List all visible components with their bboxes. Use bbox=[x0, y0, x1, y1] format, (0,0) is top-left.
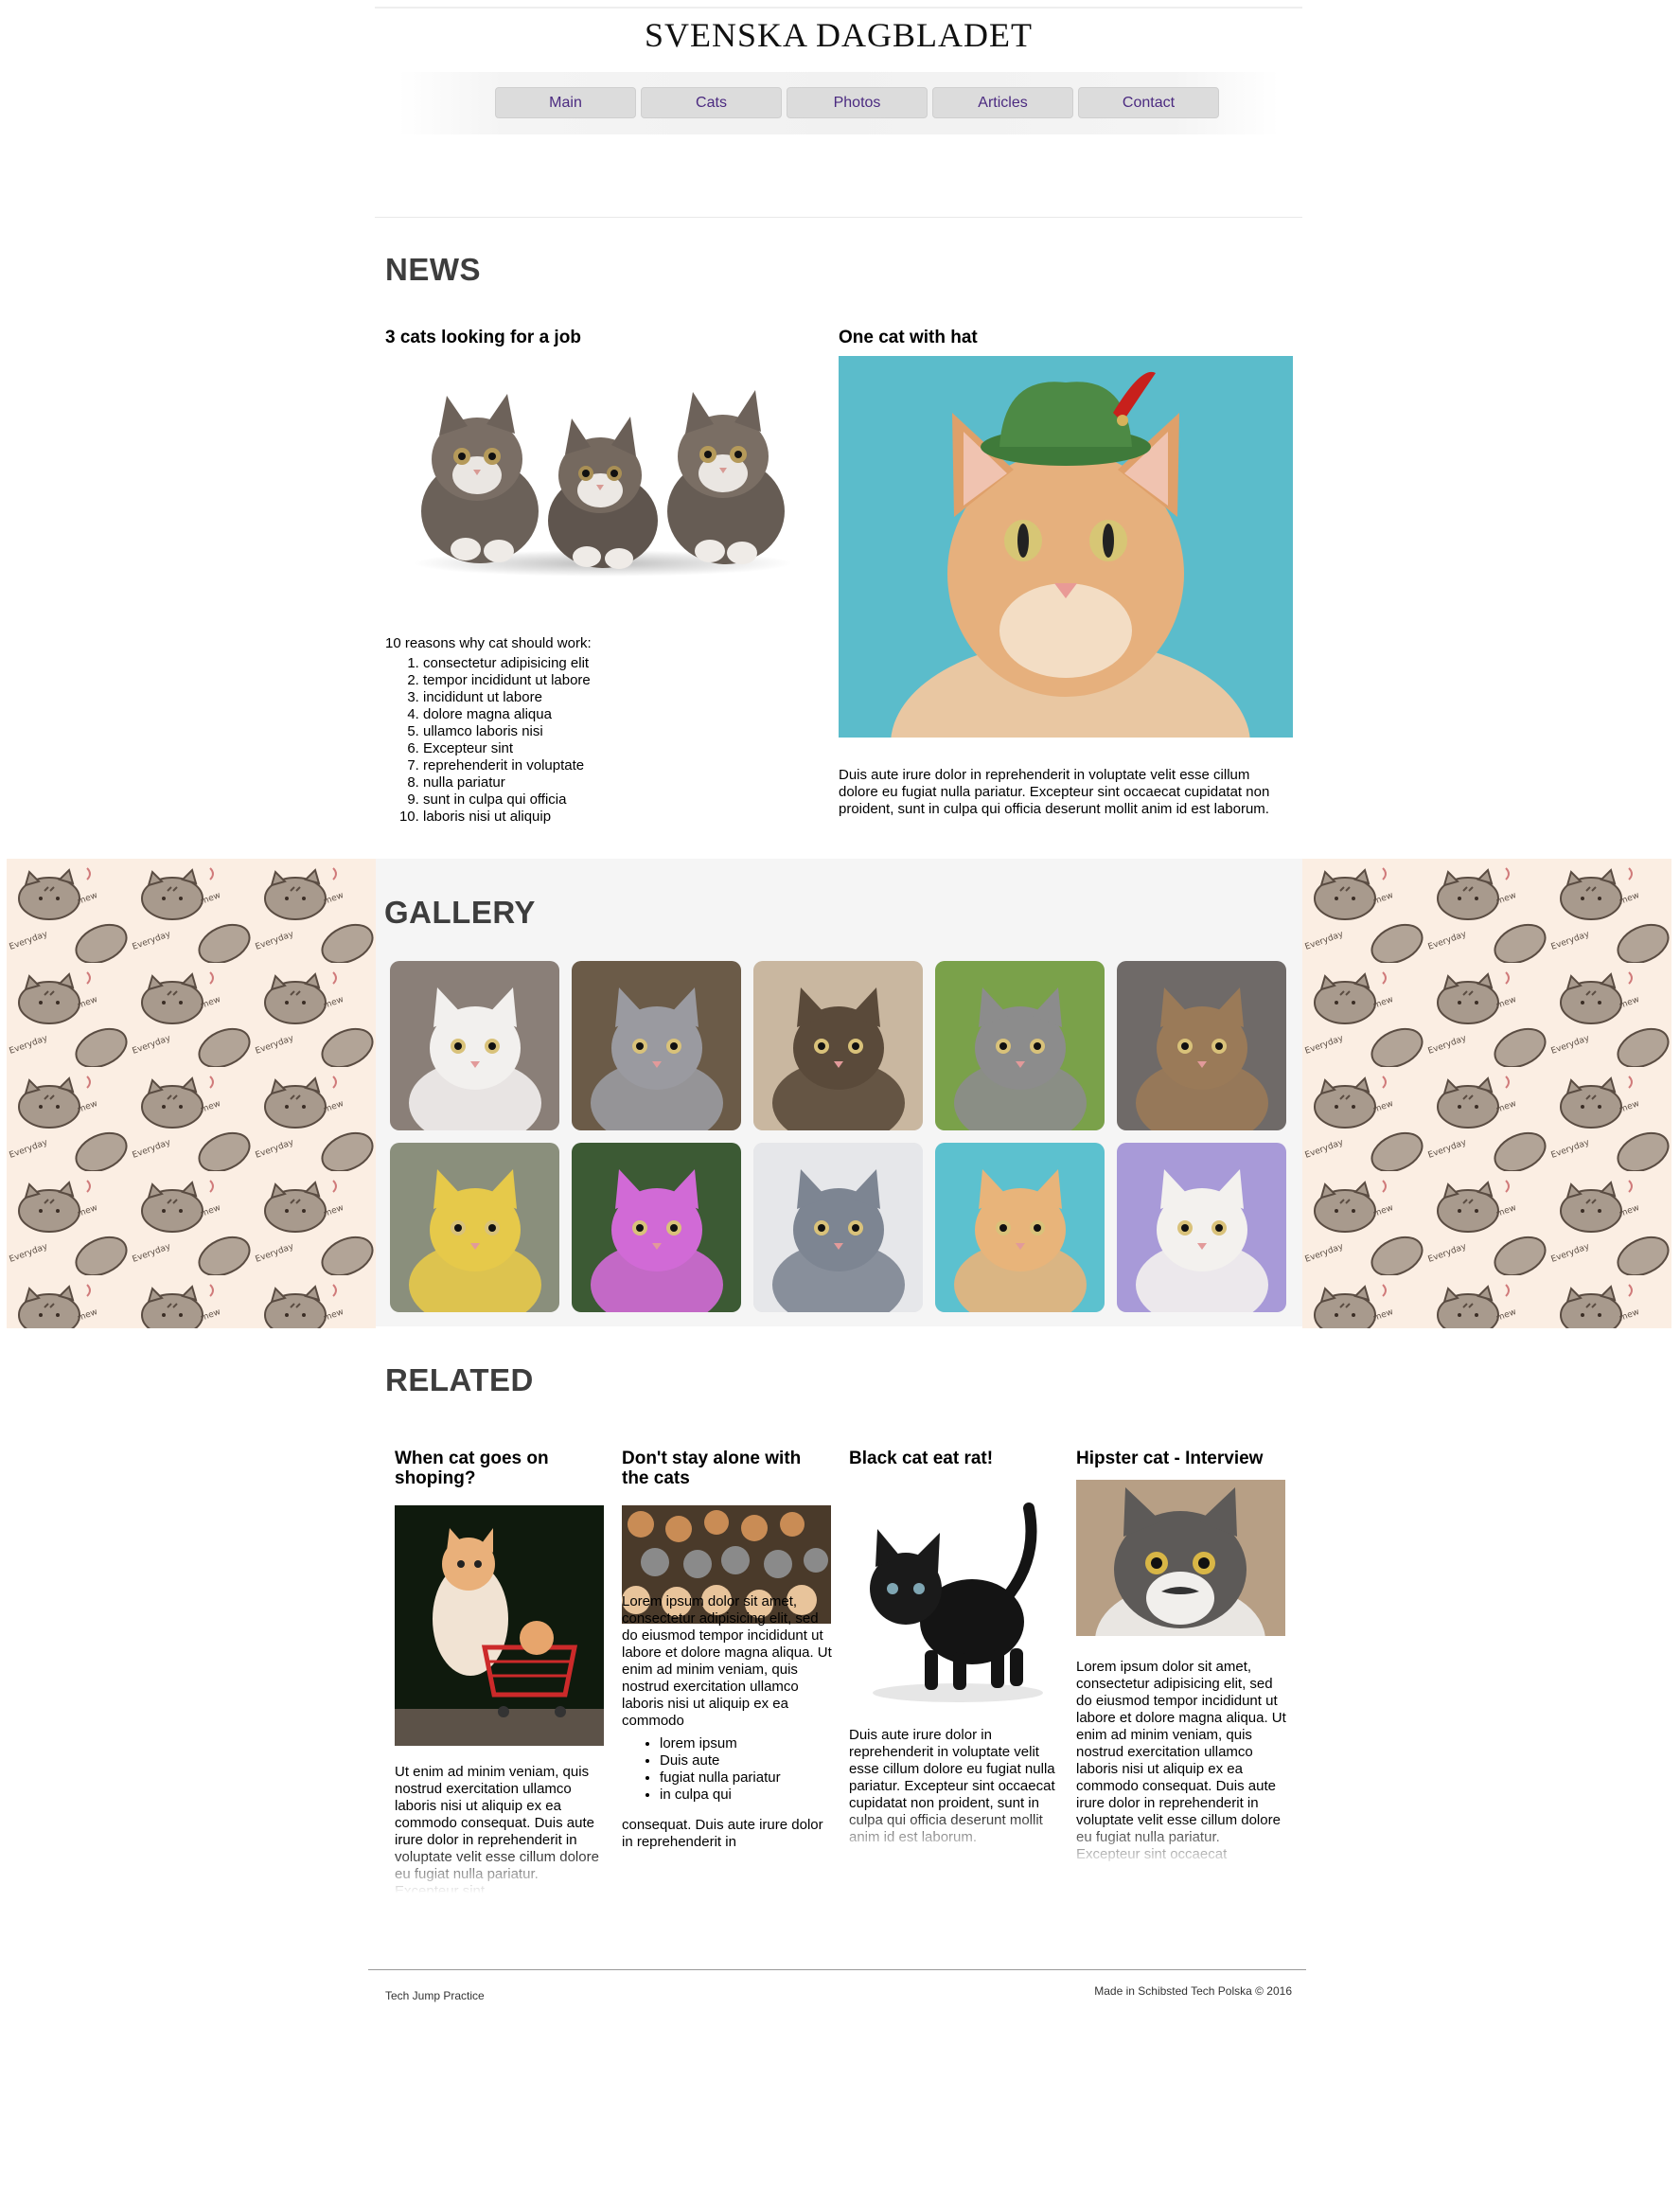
related-body-text: Lorem ipsum dolor sit amet, consectetur … bbox=[622, 1593, 832, 1729]
related-heading[interactable]: When cat goes on shoping? bbox=[395, 1449, 605, 1488]
list-item: in culpa qui bbox=[660, 1787, 832, 1804]
related-heading[interactable]: Black cat eat rat! bbox=[849, 1449, 1059, 1468]
hipster-cat-image bbox=[1076, 1480, 1285, 1636]
gallery-grid bbox=[390, 961, 1286, 1312]
cat-with-hat-image bbox=[839, 356, 1293, 738]
list-item: fugiat nulla pariatur bbox=[660, 1769, 832, 1787]
gallery-photo-graphic bbox=[572, 1143, 741, 1312]
gallery-photo-graphic bbox=[572, 961, 741, 1130]
related-article-black-cat: Black cat eat rat! Duis aute irure dolor… bbox=[849, 1449, 1059, 1856]
news-title: NEWS bbox=[385, 252, 481, 287]
grey-white-cat-photo[interactable] bbox=[572, 961, 741, 1130]
news-left-intro: 10 reasons why cat should work: bbox=[385, 635, 592, 651]
related-article-alone: Don't stay alone with the cats Lorem ips… bbox=[622, 1449, 832, 1912]
gallery-photo-graphic bbox=[753, 1143, 923, 1312]
list-item: tempor incididunt ut labore bbox=[423, 672, 591, 689]
propeller-hat-cat-photo[interactable] bbox=[935, 1143, 1105, 1312]
footer-left-text: Tech Jump Practice bbox=[385, 1989, 485, 2002]
bowtie-kitten-photo[interactable] bbox=[753, 961, 923, 1130]
black-kitten-image bbox=[849, 1480, 1058, 1707]
news-reasons-list: consectetur adipisicing elit tempor inci… bbox=[423, 655, 591, 826]
footer-divider bbox=[368, 1969, 1306, 1970]
header-top-divider bbox=[375, 7, 1302, 9]
pusheen-pattern-graphic bbox=[1302, 859, 1671, 1328]
colorful-kittens-photo[interactable] bbox=[572, 1143, 741, 1312]
tabby-cat-photo[interactable] bbox=[1117, 961, 1286, 1130]
news-section: NEWS 3 cats looking for a job 10 reasons… bbox=[375, 220, 1302, 859]
pusheen-pattern-graphic: mew Everyday bbox=[7, 859, 376, 1328]
kitten-yellow-hood-photo[interactable] bbox=[390, 1143, 559, 1312]
related-body: Lorem ipsum dolor sit amet, consectetur … bbox=[622, 1593, 832, 1849]
related-article-hipster-cat: Hipster cat - Interview Lorem ipsum dolo… bbox=[1076, 1449, 1286, 1867]
nav-item-cats[interactable]: Cats bbox=[641, 87, 782, 118]
news-article-right: One cat with hat Duis aute irure dolor i… bbox=[839, 328, 1293, 817]
gallery-photo-graphic bbox=[1117, 1143, 1286, 1312]
list-item: Duis aute bbox=[660, 1752, 832, 1769]
gallery-photo-graphic bbox=[390, 1143, 559, 1312]
three-kittens-image bbox=[414, 390, 792, 577]
related-tail-text: consequat. Duis aute irure dolor in repr… bbox=[622, 1817, 823, 1849]
site-title[interactable]: SVENSKA DAGBLADET bbox=[375, 15, 1302, 55]
header-bottom-divider bbox=[375, 217, 1302, 218]
related-article-shopping: When cat goes on shoping? Ut enim ad min… bbox=[395, 1449, 605, 1894]
list-item: consectetur adipisicing elit bbox=[423, 655, 591, 672]
list-item: dolore magna aliqua bbox=[423, 706, 591, 723]
nav-item-main[interactable]: Main bbox=[495, 87, 636, 118]
nav-item-articles[interactable]: Articles bbox=[932, 87, 1073, 118]
news-article-left: 3 cats looking for a job 10 reasons why … bbox=[385, 328, 811, 825]
list-item: nulla pariatur bbox=[423, 774, 591, 791]
gallery-photo-graphic bbox=[1117, 961, 1286, 1130]
pusheen-pattern-right bbox=[1302, 859, 1671, 1328]
kitten-on-ball-photo[interactable] bbox=[935, 961, 1105, 1130]
gallery-photo-graphic bbox=[935, 1143, 1105, 1312]
list-item: lorem ipsum bbox=[660, 1735, 832, 1752]
gallery-title: GALLERY bbox=[384, 895, 536, 930]
white-cat-photo[interactable] bbox=[390, 961, 559, 1130]
gallery-section: mew Everyday GALLERY bbox=[7, 859, 1671, 1328]
footer-copyright: Made in Schibsted Tech Polska © 2016 bbox=[1094, 1984, 1292, 1998]
text-fade bbox=[1076, 1820, 1286, 1867]
related-title: RELATED bbox=[385, 1362, 534, 1397]
gallery-photo-graphic bbox=[753, 961, 923, 1130]
related-tail-wrap: consequat. Duis aute irure dolor in repr… bbox=[622, 1817, 832, 1849]
related-heading[interactable]: Don't stay alone with the cats bbox=[622, 1449, 832, 1488]
nav-list: Main Cats Photos Articles Contact bbox=[495, 87, 1219, 118]
text-fade bbox=[622, 1865, 832, 1912]
gallery-content: GALLERY bbox=[376, 859, 1302, 1328]
list-item: sunt in culpa qui officia bbox=[423, 791, 591, 809]
pusheen-pattern-left: mew Everyday bbox=[7, 859, 376, 1328]
list-item: Excepteur sint bbox=[423, 740, 591, 757]
related-section: RELATED When cat goes on shoping? Ut eni… bbox=[375, 1328, 1302, 1953]
related-heading[interactable]: Hipster cat - Interview bbox=[1076, 1449, 1286, 1468]
site-footer: Tech Jump Practice Made in Schibsted Tec… bbox=[368, 1969, 1306, 2026]
nav-item-contact[interactable]: Contact bbox=[1078, 87, 1219, 118]
related-list: lorem ipsum Duis aute fugiat nulla paria… bbox=[622, 1735, 832, 1804]
site-header: SVENSKA DAGBLADET Main Cats Photos Artic… bbox=[375, 0, 1302, 220]
grey-persian-photo[interactable] bbox=[753, 1143, 923, 1312]
news-right-heading[interactable]: One cat with hat bbox=[839, 328, 1293, 348]
list-item: incididunt ut labore bbox=[423, 689, 591, 706]
gallery-photo-graphic bbox=[390, 961, 559, 1130]
main-navigation: Main Cats Photos Articles Contact bbox=[398, 72, 1279, 134]
nav-item-photos[interactable]: Photos bbox=[787, 87, 928, 118]
text-fade bbox=[395, 1846, 605, 1894]
news-left-heading[interactable]: 3 cats looking for a job bbox=[385, 328, 811, 348]
flat-cap-cat-photo[interactable] bbox=[1117, 1143, 1286, 1312]
list-item: reprehenderit in voluptate bbox=[423, 757, 591, 774]
list-item: laboris nisi ut aliquip bbox=[423, 809, 591, 826]
gallery-photo-graphic bbox=[935, 961, 1105, 1130]
news-right-body: Duis aute irure dolor in reprehenderit i… bbox=[839, 767, 1270, 817]
list-item: ullamco laboris nisi bbox=[423, 723, 591, 740]
text-fade bbox=[849, 1808, 1059, 1856]
kittens-shopping-cart-image bbox=[395, 1505, 604, 1746]
